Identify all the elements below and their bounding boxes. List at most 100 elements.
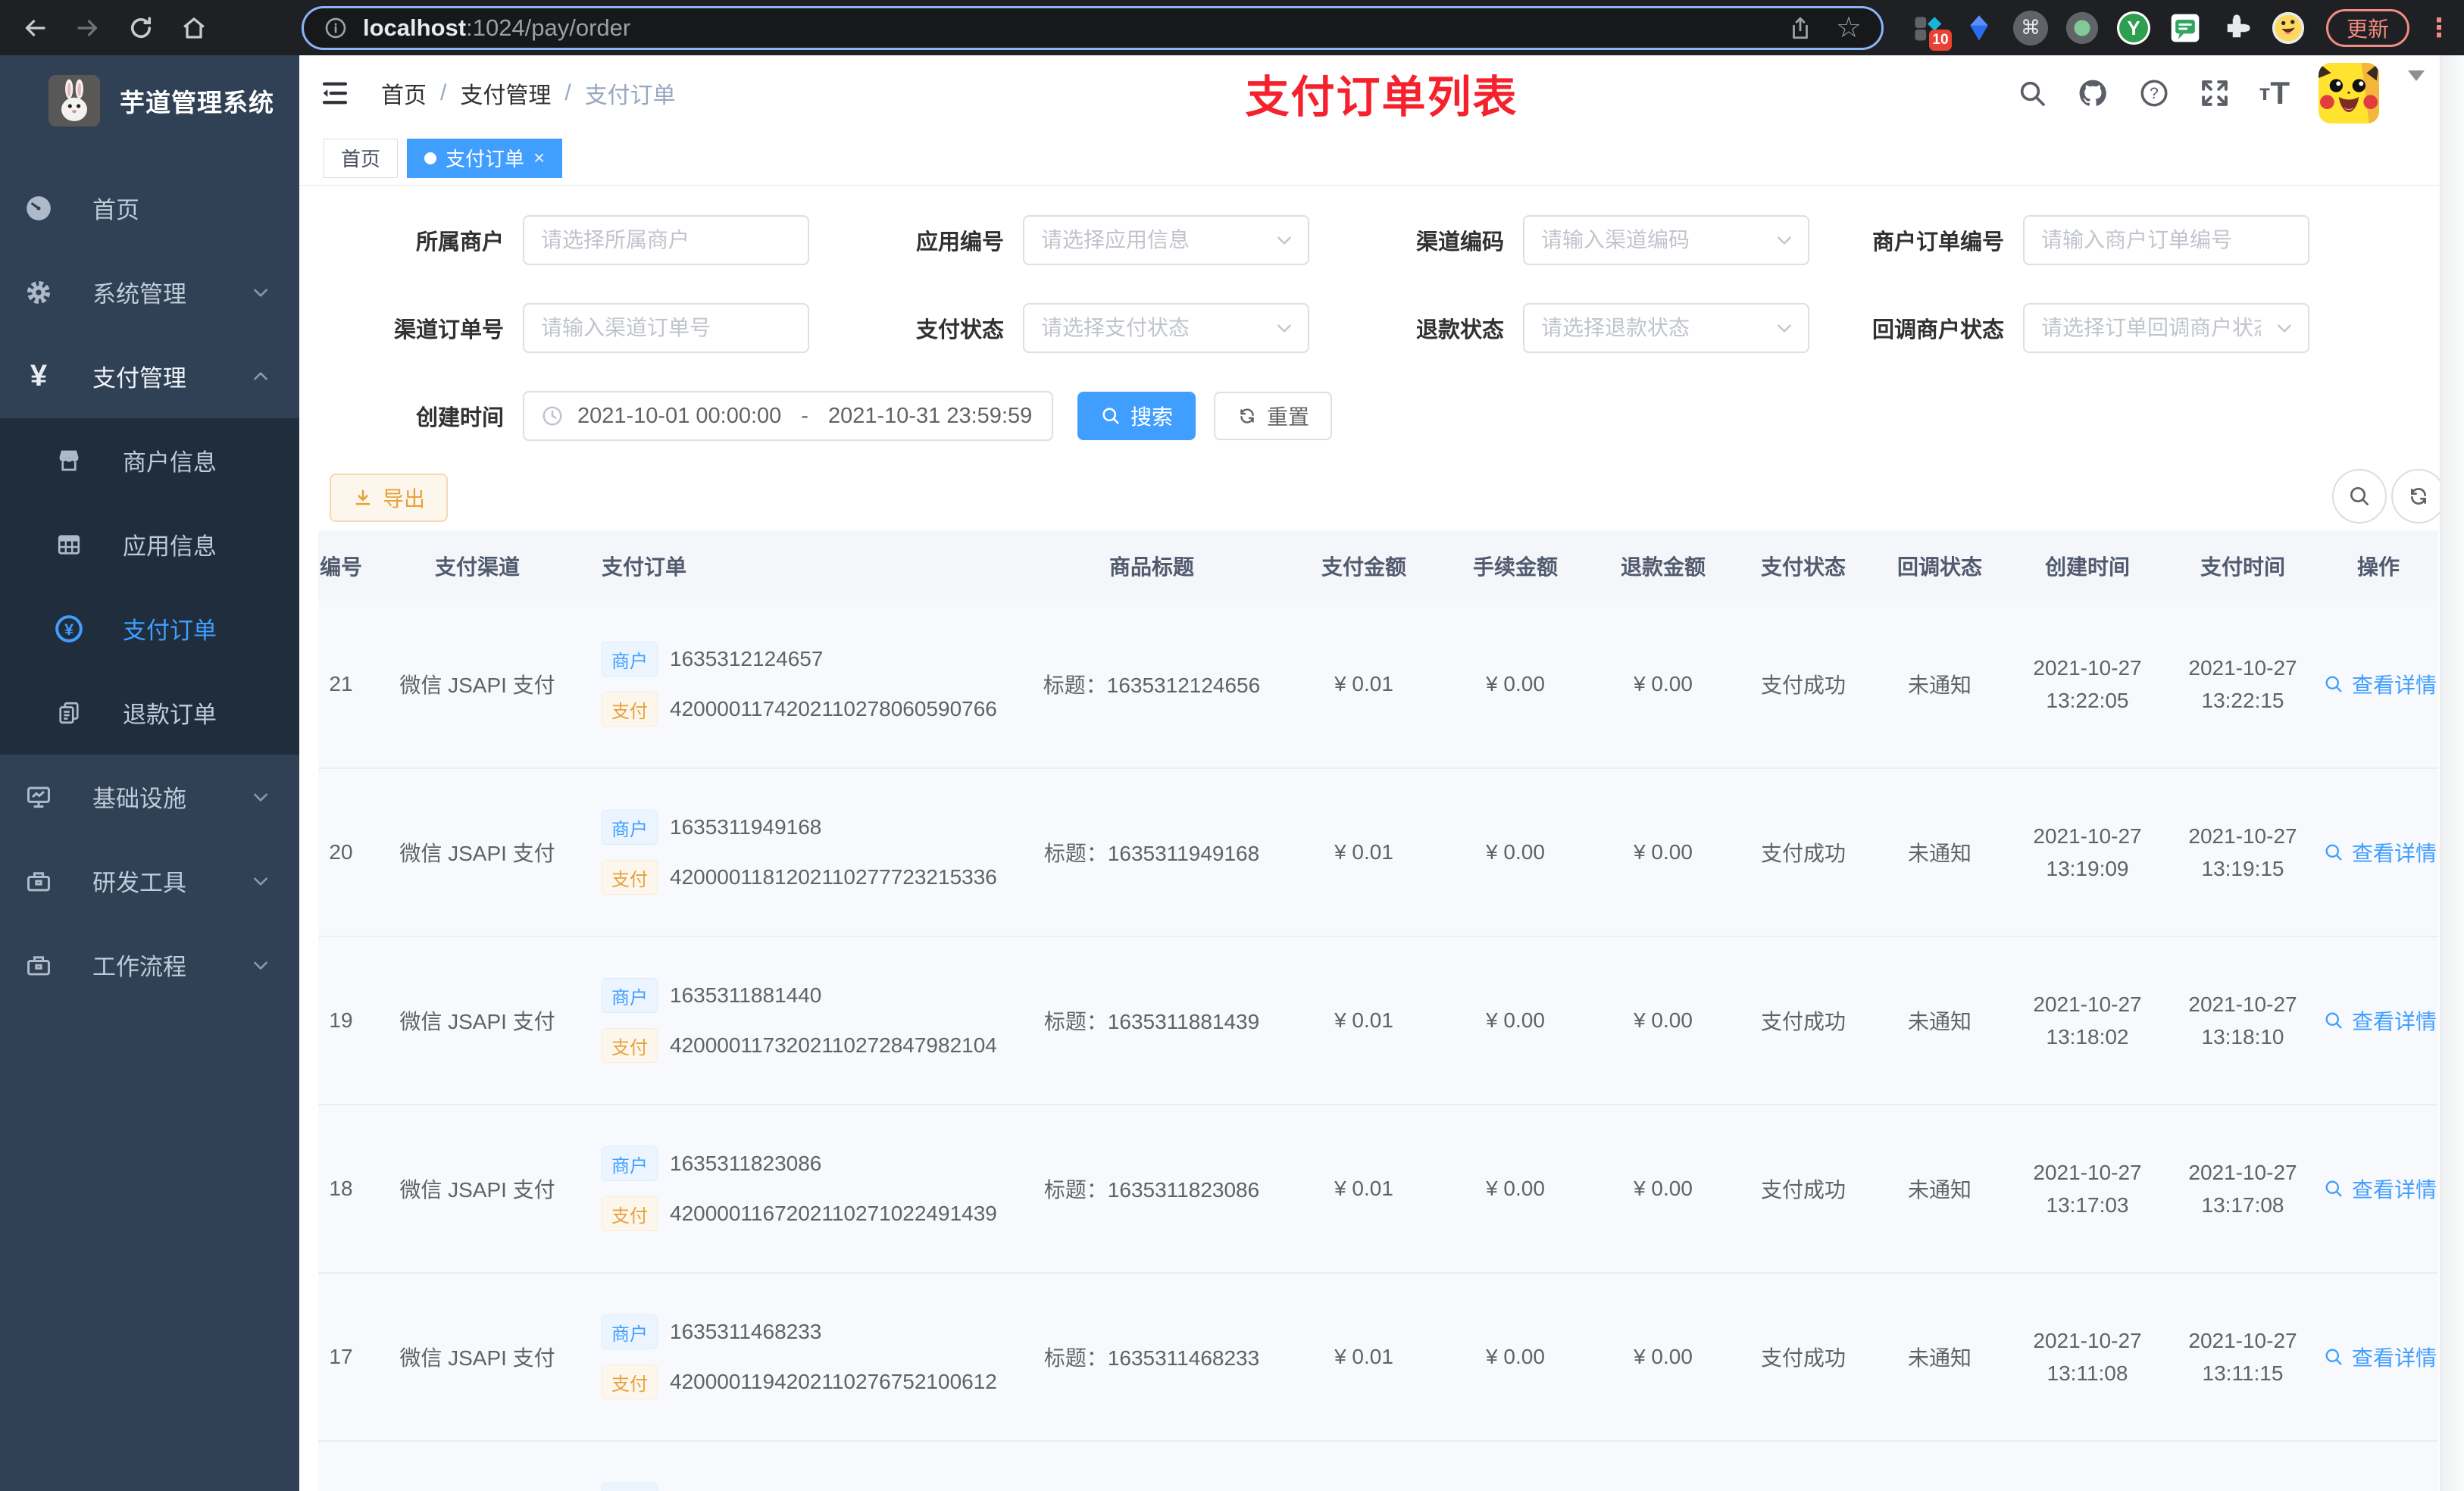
help-icon[interactable]: ? (2138, 77, 2170, 109)
sidebar-item-app-info[interactable]: 应用信息 (0, 502, 299, 586)
search-icon[interactable] (2017, 78, 2047, 108)
view-detail-link[interactable]: 查看详情 (2319, 837, 2438, 867)
tab-close-icon[interactable]: × (533, 146, 545, 170)
tab-pay-order[interactable]: 支付订单 × (407, 138, 563, 178)
main-area: 首页 / 支付管理 / 支付订单 支付订单列表 ? тT 首页 支付订单 × 所… (299, 55, 2464, 1491)
pay-submenu: 商户信息 应用信息 ¥ 支付订单 退款订单 (0, 418, 299, 755)
app-no-select[interactable] (1023, 215, 1309, 265)
cell-pay-order: 商户 1635312124657 支付 42000011742021102780… (591, 642, 1015, 727)
table-refresh-icon[interactable] (2391, 469, 2446, 524)
app-logo (48, 75, 100, 127)
sidebar-item-workflow[interactable]: 工作流程 (0, 923, 299, 1007)
owner-merchant-input[interactable] (523, 215, 809, 265)
avatar-caret-icon[interactable] (2408, 70, 2425, 105)
github-icon[interactable] (2076, 77, 2109, 110)
channel-code-select[interactable] (1523, 215, 1809, 265)
column-header: 支付状态 (1760, 555, 1846, 579)
sidebar-item-label: 支付订单 (123, 617, 217, 644)
address-bar[interactable]: localhost:1024/pay/order ☆ (302, 6, 1884, 50)
sidebar-item-pay[interactable]: ¥ 支付管理 (0, 334, 299, 418)
reset-button[interactable]: 重置 (1214, 392, 1333, 440)
pay-status-select[interactable] (1023, 303, 1309, 353)
extension-record-icon[interactable] (2062, 8, 2102, 48)
font-size-icon[interactable]: тT (2259, 75, 2290, 111)
merchant-order-no-input[interactable] (2023, 215, 2309, 265)
avatar[interactable] (2319, 63, 2379, 123)
cell-fee: ¥ 0.00 (1486, 840, 1545, 864)
browser-menu-icon[interactable]: ⋮ (2422, 13, 2456, 43)
column-header: 操作 (2356, 555, 2400, 579)
yen-icon: ¥ (30, 359, 48, 392)
sidebar-item-label: 商户信息 (123, 449, 217, 476)
extension-chat-icon[interactable] (2165, 8, 2205, 48)
sidebar-item-pay-order[interactable]: ¥ 支付订单 (0, 586, 299, 670)
extension-emoji-icon[interactable] (2269, 8, 2308, 48)
active-tab-dot-icon (424, 152, 437, 164)
chevron-down-icon (1775, 230, 1794, 250)
sidebar-item-refund-order[interactable]: 退款订单 (0, 670, 299, 755)
notify-status-select[interactable] (2023, 303, 2309, 353)
cell-pay-order: 商户 1635311949168 支付 42000011812021102777… (591, 810, 1015, 895)
extension-command-icon[interactable]: ⌘ (2011, 8, 2050, 48)
view-detail-link[interactable]: 查看详情 (2319, 1174, 2438, 1204)
bookmark-star-icon[interactable]: ☆ (1836, 14, 1862, 42)
cell-pay-status: 支付成功 (1760, 1346, 1846, 1370)
export-button[interactable]: 导出 (330, 474, 449, 522)
cell-title: 标题：1635311823086 (1043, 1178, 1260, 1202)
toolbox-icon (20, 867, 58, 896)
cell-notify-status: 未通知 (1907, 1010, 1972, 1033)
browser-reload-icon[interactable] (120, 7, 162, 49)
sidebar-item-label: 研发工具 (92, 870, 186, 896)
sidebar-item-infra[interactable]: 基础设施 (0, 755, 299, 839)
column-header: 退款金额 (1620, 555, 1706, 579)
app-logo-row[interactable]: 芋道管理系统 (0, 55, 299, 127)
sidebar-collapse-icon[interactable] (319, 77, 351, 109)
create-time-range-picker[interactable]: 2021-10-01 00:00:00 - 2021-10-31 23:59:5… (523, 391, 1053, 441)
table-search-toggle-icon[interactable] (2332, 469, 2387, 524)
date-start: 2021-10-01 00:00:00 (577, 403, 782, 428)
column-header: 创建时间 (2044, 555, 2130, 579)
extension-kite-icon[interactable] (1959, 8, 1999, 48)
browser-update-button[interactable]: 更新 (2325, 8, 2409, 47)
breadcrumb-home[interactable]: 首页 (381, 77, 427, 110)
filter-channel-code: 渠道编码 (1318, 215, 1818, 265)
table-header: 编号 支付渠道 支付订单 商品标题 支付金额 手续金额 退款金额 支付状态 回调… (318, 530, 2438, 601)
site-info-icon[interactable] (324, 16, 348, 40)
cell-notify-status: 未通知 (1907, 1346, 1972, 1370)
breadcrumb-pay-mgmt[interactable]: 支付管理 (460, 77, 551, 110)
merchant-tag: 商户 (602, 810, 658, 845)
extension-y-icon[interactable]: Y (2114, 8, 2153, 48)
channel-order-no-input[interactable] (523, 303, 809, 353)
browser-forward-icon[interactable] (67, 7, 109, 49)
sidebar-item-home[interactable]: 首页 (0, 166, 299, 250)
refund-status-select[interactable] (1523, 303, 1809, 353)
browser-home-icon[interactable] (173, 7, 215, 49)
extension-badge: 10 (1928, 29, 1952, 51)
cell-channel: 微信 JSAPI 支付 (399, 1010, 555, 1033)
search-button[interactable]: 搜索 (1077, 392, 1196, 440)
cell-created-time: 2021-10-27 13:17:03 (2033, 1160, 2142, 1217)
view-detail-link[interactable]: 查看详情 (2319, 1005, 2438, 1036)
extension-puzzle-icon[interactable] (2217, 8, 2256, 48)
page-title: 支付订单列表 (1245, 73, 1518, 122)
filter-merchant-order-no: 商户订单编号 (1818, 215, 2319, 265)
view-detail-link[interactable]: 查看详情 (2319, 1342, 2438, 1372)
sidebar-item-system[interactable]: 系统管理 (0, 250, 299, 334)
browser-back-icon[interactable] (14, 7, 56, 49)
breadcrumb: 首页 / 支付管理 / 支付订单 (381, 77, 676, 110)
share-icon[interactable] (1787, 15, 1813, 41)
cell-title: 标题：1635311881439 (1043, 1010, 1260, 1033)
cell-created-time: 2021-10-27 13:19:09 (2033, 824, 2142, 880)
vertical-scrollbar[interactable] (2440, 55, 2464, 1491)
sidebar-item-merchant-info[interactable]: 商户信息 (0, 418, 299, 502)
filter-pay-status: 支付状态 (818, 303, 1318, 353)
extension-grid-icon[interactable]: 10 (1908, 8, 1952, 51)
tab-home[interactable]: 首页 (324, 138, 399, 178)
sidebar-item-devtools[interactable]: 研发工具 (0, 839, 299, 923)
sidebar: 芋道管理系统 首页 系统管理 ¥ 支付管理 商户信息 应用信息 ¥ 支付订单 退… (0, 55, 299, 1491)
view-detail-link[interactable]: 查看详情 (2319, 669, 2438, 699)
column-header: 编号 (319, 555, 362, 579)
url-text[interactable]: localhost:1024/pay/order (363, 14, 1787, 42)
fullscreen-icon[interactable] (2199, 77, 2231, 109)
documents-icon (50, 699, 88, 727)
